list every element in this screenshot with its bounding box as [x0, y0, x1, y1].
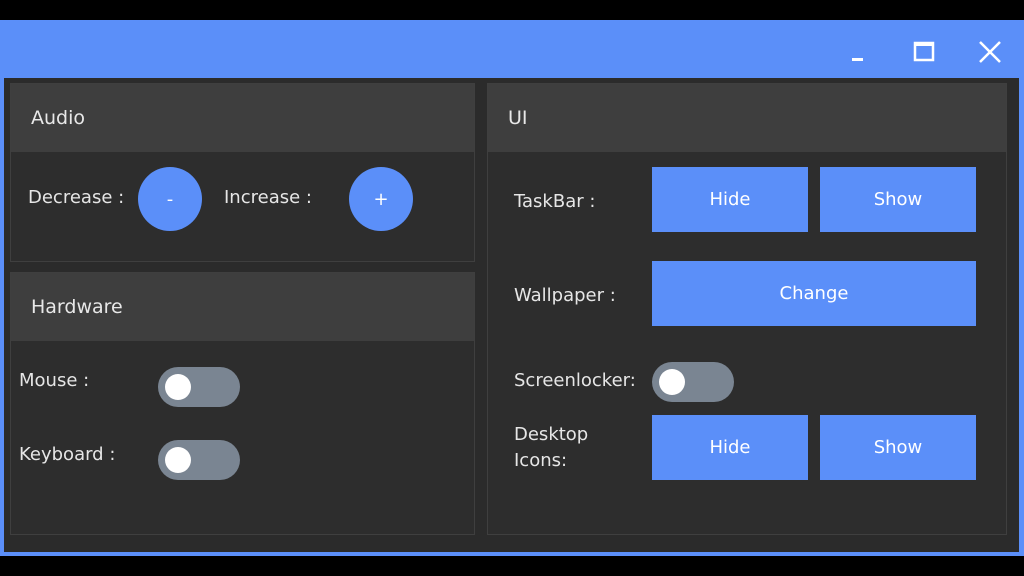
title-bar[interactable]: [0, 20, 1024, 78]
maximize-button[interactable]: [904, 34, 944, 70]
keyboard-label: Keyboard :: [19, 444, 116, 465]
audio-panel: Audio Decrease : - Increase : +: [10, 83, 475, 262]
minimize-icon: [852, 58, 863, 61]
app-window: Audio Decrease : - Increase : + Hardware…: [0, 20, 1024, 556]
decrease-label: Decrease :: [28, 187, 125, 208]
hardware-panel: Hardware Mouse : Keyboard :: [10, 272, 475, 535]
screenlocker-toggle[interactable]: [652, 362, 734, 402]
close-icon: [979, 41, 1001, 63]
minimize-button[interactable]: [838, 34, 878, 70]
ui-panel: UI TaskBar : Hide Show Wallpaper : Chang…: [487, 83, 1007, 535]
volume-increase-button[interactable]: +: [349, 167, 413, 231]
desktop-icons-hide-button[interactable]: Hide: [652, 415, 808, 480]
screenlocker-label: Screenlocker:: [514, 370, 636, 391]
desktop-icons-show-button[interactable]: Show: [820, 415, 976, 480]
taskbar-label: TaskBar :: [514, 191, 596, 212]
mouse-toggle[interactable]: [158, 367, 240, 407]
keyboard-toggle[interactable]: [158, 440, 240, 480]
client-area: Audio Decrease : - Increase : + Hardware…: [4, 78, 1019, 552]
increase-label: Increase :: [224, 187, 312, 208]
volume-decrease-button[interactable]: -: [138, 167, 202, 231]
maximize-icon: [913, 41, 935, 62]
taskbar-show-button[interactable]: Show: [820, 167, 976, 232]
toggle-knob: [165, 447, 191, 473]
wallpaper-change-button[interactable]: Change: [652, 261, 976, 326]
close-button[interactable]: [970, 34, 1010, 70]
hardware-panel-title: Hardware: [11, 273, 474, 341]
ui-panel-title: UI: [488, 84, 1006, 152]
toggle-knob: [165, 374, 191, 400]
mouse-label: Mouse :: [19, 370, 90, 391]
desktop-icons-label: Desktop Icons:: [514, 424, 589, 471]
taskbar-hide-button[interactable]: Hide: [652, 167, 808, 232]
wallpaper-label: Wallpaper :: [514, 285, 616, 306]
toggle-knob: [659, 369, 685, 395]
audio-panel-title: Audio: [11, 84, 474, 152]
